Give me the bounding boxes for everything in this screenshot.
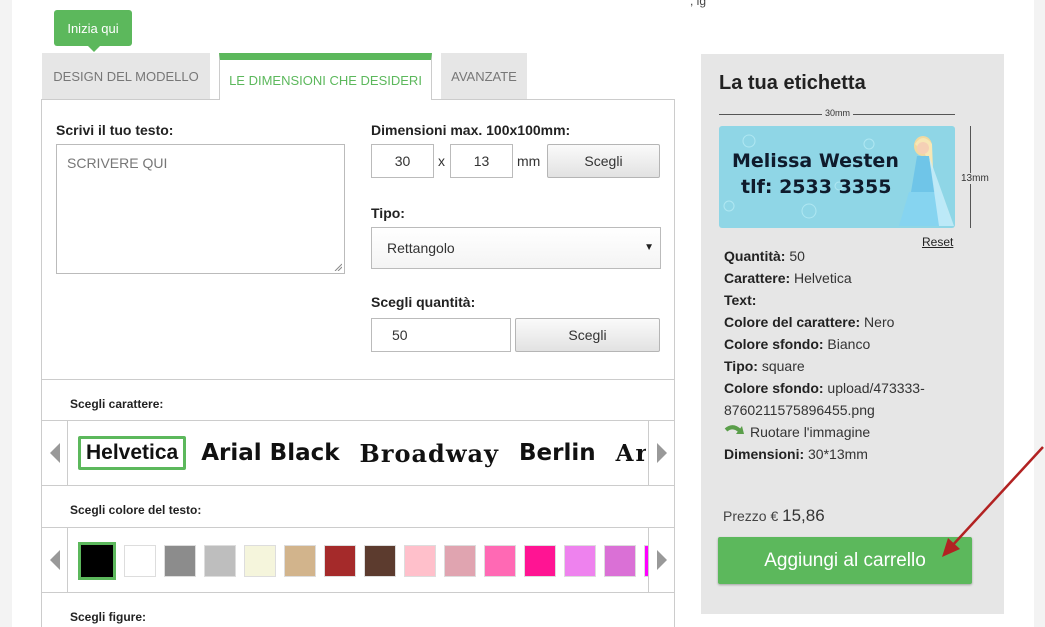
color-swatch[interactable] (124, 545, 156, 577)
color-swatch[interactable] (364, 545, 396, 577)
color-swatch[interactable] (444, 545, 476, 577)
preview-phone-text: tlf: 2533 3355 (741, 176, 892, 198)
tab-advanced[interactable]: AVANZATE (441, 53, 527, 99)
quantity-label: Scegli quantità: (371, 294, 476, 310)
rotate-image-link[interactable]: Ruotare l'immagine (724, 421, 925, 443)
info-row-font-color: Colore del carattere: Nero (724, 314, 895, 330)
tab-dimensions[interactable]: LE DIMENSIONI CHE DESIDERI (219, 53, 432, 100)
color-swatch-list (78, 542, 648, 580)
font-option-helvetica[interactable]: Helvetica (78, 436, 187, 470)
info-row-dimensions: Dimensioni: 30*13mm (724, 446, 868, 462)
price-value: 15,86 (782, 506, 825, 525)
section-divider (42, 379, 674, 380)
color-section-label: Scegli colore del testo: (70, 503, 202, 517)
dimensions-choose-button[interactable]: Scegli (547, 144, 660, 178)
color-swatch[interactable] (204, 545, 236, 577)
color-swatch[interactable] (78, 542, 116, 580)
color-swatch[interactable] (284, 545, 316, 577)
caret-down-icon: ▼ (644, 242, 654, 253)
font-carousel: Helvetica Arial Black Broadway Berlin Ar… (42, 420, 674, 486)
text-input[interactable]: SCRIVERE QUI (56, 144, 345, 274)
color-prev-button[interactable] (42, 528, 68, 592)
summary-title: La tua etichetta (719, 72, 866, 94)
color-swatch[interactable] (324, 545, 356, 577)
quantity-choose-button[interactable]: Scegli (515, 318, 660, 352)
width-dimension-text: 30mm (822, 108, 854, 118)
dimension-unit: mm (517, 153, 541, 169)
font-prev-button[interactable] (42, 421, 68, 485)
dimension-separator: x (438, 153, 445, 169)
add-to-cart-button[interactable]: Aggiungi al carrello (718, 537, 972, 584)
color-swatch[interactable] (404, 545, 436, 577)
height-input[interactable]: 13 (450, 144, 513, 178)
resize-grip-icon[interactable] (334, 263, 342, 271)
figures-section-label: Scegli figure: (70, 610, 147, 624)
text-label: Scrivi il tuo testo: (56, 122, 174, 138)
dimensions-label: Dimensioni max. 100x100mm: (371, 122, 571, 138)
label-summary-panel: La tua etichetta 30mm Melissa Westen tlf… (701, 54, 1004, 614)
height-dimension-text: 13mm (958, 173, 992, 184)
info-row-background-image: Colore sfondo: upload/473333- (724, 380, 925, 396)
color-swatch[interactable] (564, 545, 596, 577)
font-option-berlin[interactable]: Berlin (514, 438, 601, 468)
info-row-background-image-cont: 8760211575896455.png (724, 402, 875, 418)
price-label: Prezzo € (723, 508, 779, 524)
color-swatch[interactable] (244, 545, 276, 577)
price: Prezzo € 15,86 (723, 506, 825, 526)
font-option-arbu[interactable]: Arbu (611, 438, 646, 469)
type-select[interactable]: Rettangolo ▼ (371, 227, 661, 269)
chevron-left-icon (49, 550, 60, 570)
font-section-label: Scegli carattere: (70, 397, 164, 411)
font-option-arial-black[interactable]: Arial Black (196, 438, 344, 468)
chevron-right-icon (656, 443, 667, 463)
label-preview: Melissa Westen tlf: 2533 3355 (719, 126, 955, 228)
font-option-broadway[interactable]: Broadway (355, 437, 504, 470)
tab-design-model[interactable]: DESIGN DEL MODELLO (42, 53, 210, 99)
width-input[interactable]: 30 (371, 144, 434, 178)
summary-info: Quantità: 50 Carattere: Helvetica Text: … (724, 245, 925, 465)
color-swatch[interactable] (164, 545, 196, 577)
editor-panel: Scrivi il tuo testo: SCRIVERE QUI Dimens… (41, 99, 675, 627)
info-row-text: Text: (724, 292, 757, 308)
color-next-button[interactable] (648, 528, 674, 592)
color-swatch[interactable] (484, 545, 516, 577)
type-label: Tipo: (371, 205, 405, 221)
header-stub-text: , ig (690, 0, 707, 8)
font-list: Helvetica Arial Black Broadway Berlin Ar… (78, 435, 646, 471)
info-row-quantity: Quantità: 50 (724, 248, 805, 264)
type-selected-value: Rettangolo (387, 240, 455, 256)
start-here-button[interactable]: Inizia qui (54, 10, 132, 52)
quantity-input[interactable]: 50 (371, 318, 511, 352)
reset-link[interactable]: Reset (922, 235, 953, 249)
rotate-arrow-icon (724, 425, 744, 435)
info-row-font: Carattere: Helvetica (724, 270, 852, 286)
info-row-background-color: Colore sfondo: Bianco (724, 336, 871, 352)
chevron-right-icon (656, 550, 667, 570)
color-swatch[interactable] (524, 545, 556, 577)
chevron-left-icon (49, 443, 60, 463)
font-next-button[interactable] (648, 421, 674, 485)
info-row-type: Tipo: square (724, 358, 805, 374)
color-carousel (42, 527, 674, 593)
preview-name-text: Melissa Westen (732, 150, 899, 172)
princess-figure (899, 136, 954, 226)
text-input-placeholder: SCRIVERE QUI (67, 155, 168, 171)
color-swatch[interactable] (604, 545, 636, 577)
